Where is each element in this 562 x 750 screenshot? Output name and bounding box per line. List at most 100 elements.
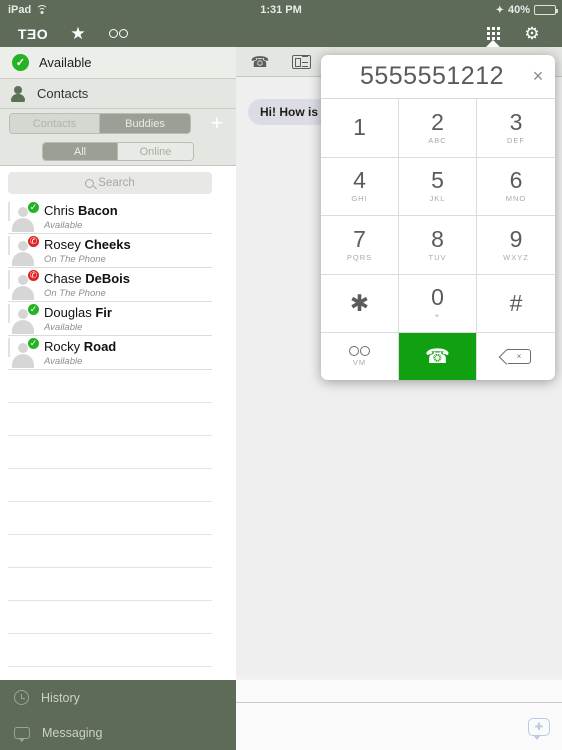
dialpad-key-2[interactable]: 2 ABC — [399, 99, 477, 158]
empty-list-row — [0, 502, 236, 535]
grid-dialpad-icon[interactable] — [476, 20, 510, 48]
contact-name: Chase DeBois — [44, 271, 130, 287]
speech-bubble-icon — [14, 726, 30, 742]
segment-online[interactable]: Online — [118, 143, 193, 160]
call-button[interactable]: ☎ — [399, 333, 477, 380]
empty-list-row — [0, 469, 236, 502]
phone-number-field[interactable]: 5555551212 — [321, 62, 521, 91]
contact-row[interactable]: ✓ Chris Bacon Available — [0, 200, 236, 234]
contact-row[interactable]: ✆ Chase DeBois On The Phone — [0, 268, 236, 302]
avatar: ✆ — [8, 235, 40, 266]
dialpad-key-digit: 5 — [431, 167, 444, 194]
dialpad-key-star[interactable]: ✱ — [321, 274, 399, 333]
source-segmented-control[interactable]: Contacts Buddies — [9, 113, 191, 134]
bluetooth-icon: ✦ — [495, 4, 504, 16]
avatar: ✓ — [8, 337, 40, 368]
empty-list-row — [0, 568, 236, 601]
contact-card-icon[interactable] — [292, 54, 311, 69]
contact-status: Available — [44, 322, 83, 334]
dialpad-key-letters: GHI — [351, 194, 368, 204]
contact-rows: ✓ Chris Bacon Available ✆ Rosey Cheeks On The… — [0, 200, 236, 680]
empty-list-row — [0, 403, 236, 436]
dialpad-key-0[interactable]: 0 + — [399, 274, 477, 333]
presence-status-row[interactable]: ✓ Available — [0, 47, 236, 79]
segment-buddies[interactable]: Buddies — [100, 114, 190, 133]
dialpad-key-8[interactable]: 8 TUV — [399, 216, 477, 275]
backspace-button[interactable]: × — [477, 333, 555, 380]
contact-status: On The Phone — [44, 254, 106, 266]
dialpad-key-digit: 4 — [353, 167, 366, 194]
backspace-icon: × — [507, 349, 531, 364]
empty-list-row — [0, 436, 236, 469]
search-icon — [85, 178, 95, 188]
dialpad-key-6[interactable]: 6 MNO — [477, 157, 555, 216]
avatar: ✓ — [8, 303, 40, 334]
add-contact-button[interactable]: + — [198, 109, 236, 138]
check-circle-icon: ✓ — [12, 54, 29, 71]
star-icon[interactable]: ★ — [62, 20, 94, 47]
voicemail-icon — [349, 346, 370, 356]
empty-list-row — [0, 535, 236, 568]
dialpad-key-5[interactable]: 5 JKL — [399, 157, 477, 216]
source-segment-row: Contacts Buddies + — [0, 109, 236, 138]
contact-row[interactable]: ✓ Douglas Fir Available — [0, 302, 236, 336]
voicemail-icon[interactable] — [100, 20, 136, 47]
dialpad-key-3[interactable]: 3 DEF — [477, 99, 555, 158]
dialpad-popup[interactable]: 5555551212 × 1 2 ABC 3 DEF 4 GHI 5 JKL 6 MNO 7 PQRS 8… — [321, 55, 555, 380]
phone-handset-icon[interactable]: ☎ — [251, 54, 270, 71]
status-badge: ✆ — [27, 269, 40, 282]
send-message-icon[interactable]: ✚ — [528, 718, 550, 740]
filter-segment-row: All Online — [0, 138, 236, 166]
contact-row[interactable]: ✓ Rocky Road Available — [0, 336, 236, 370]
voicemail-button[interactable]: VM — [321, 333, 399, 380]
contact-name: Rosey Cheeks — [44, 237, 131, 253]
status-bar-time: 1:31 PM — [260, 4, 302, 16]
contact-status: On The Phone — [44, 288, 106, 300]
battery-percent-label: 40% — [507, 4, 530, 16]
divider — [236, 702, 562, 703]
top-navigation-bar: TƎO ★ ⚙ — [0, 20, 562, 48]
dialpad-display: 5555551212 × — [321, 55, 555, 99]
dialpad-key-letters: PQRS — [346, 252, 373, 262]
contact-name: Chris Bacon — [44, 203, 118, 219]
dialpad-key-digit: # — [509, 289, 523, 316]
battery-icon — [534, 5, 558, 15]
dialpad-key-hash[interactable]: # — [477, 274, 555, 333]
sidebar-item-label: History — [41, 690, 80, 705]
message-compose-footer: ✚ — [236, 680, 562, 750]
close-icon[interactable]: × — [521, 66, 555, 87]
dialpad-key-digit: 3 — [509, 108, 523, 135]
filter-segmented-control[interactable]: All Online — [42, 142, 194, 161]
dialpad-key-9[interactable]: 9 WXYZ — [477, 216, 555, 275]
dialpad-key-letters: WXYZ — [503, 252, 529, 262]
gear-icon[interactable]: ⚙ — [516, 20, 548, 47]
dialpad-key-7[interactable]: 7 PQRS — [321, 216, 399, 275]
dialpad-key-letters: MNO — [505, 194, 527, 204]
avatar: ✆ — [8, 269, 40, 300]
sidebar-item-messaging[interactable]: Messaging — [0, 715, 236, 750]
status-badge: ✓ — [27, 337, 40, 350]
dialpad-key-4[interactable]: 4 GHI — [321, 157, 399, 216]
search-input[interactable]: Search — [8, 172, 212, 194]
dialpad-key-letters: TUV — [428, 252, 447, 262]
contact-status: Available — [44, 220, 83, 232]
contact-row[interactable]: ✆ Rosey Cheeks On The Phone — [0, 234, 236, 268]
segment-contacts[interactable]: Contacts — [10, 114, 100, 133]
sidebar-item-history[interactable]: History — [0, 680, 236, 715]
status-bar: iPad 1:31 PM ✦ 40% — [0, 0, 562, 20]
dialpad-key-digit: 9 — [509, 225, 523, 252]
voicemail-label: VM — [352, 358, 367, 367]
app-logo[interactable]: TƎO — [8, 20, 58, 47]
dialpad-key-letters: ABC — [428, 135, 447, 145]
presence-label: Available — [39, 55, 92, 70]
clock-icon — [14, 690, 29, 705]
ipad-app-window: iPad 1:31 PM ✦ 40% TƎO ★ ⚙ ✓ Available C… — [0, 0, 562, 750]
dialpad-key-digit: ✱ — [349, 289, 370, 316]
empty-list-row — [0, 370, 236, 403]
empty-list-row — [0, 601, 236, 634]
contact-list-panel[interactable]: Search ✓ Chris Bacon Available ✆ Rosey Cheek… — [0, 166, 236, 680]
segment-all[interactable]: All — [43, 143, 118, 160]
contacts-header: Contacts — [0, 79, 236, 109]
dialpad-key-1[interactable]: 1 — [321, 99, 399, 158]
dialpad-key-letters: DEF — [507, 135, 525, 145]
